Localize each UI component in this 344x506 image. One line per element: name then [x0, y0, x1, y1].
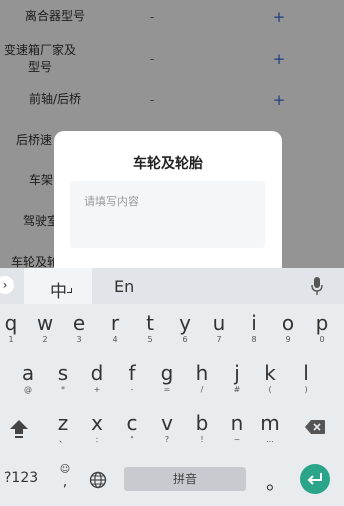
- key-y[interactable]: y6: [177, 312, 193, 344]
- keyboard-toolbar: › 中 En: [0, 268, 344, 304]
- key-s[interactable]: s *: [55, 362, 71, 394]
- key-v[interactable]: v?: [159, 412, 175, 444]
- key-w[interactable]: w2: [36, 312, 54, 344]
- soft-keyboard: › 中 En q1 w2 e3 r4 t5 y6 u7 i8 o9 p0 a @ …: [0, 268, 344, 506]
- tab-english[interactable]: En: [114, 277, 134, 296]
- key-j[interactable]: j #: [229, 362, 245, 394]
- key-d[interactable]: d +: [89, 362, 105, 394]
- key-e[interactable]: e3: [71, 312, 87, 344]
- key-x[interactable]: x:: [89, 412, 105, 444]
- space-key[interactable]: 拼音: [124, 467, 246, 491]
- key-q[interactable]: q1: [3, 312, 19, 344]
- tab-chinese-indicator: [67, 288, 72, 293]
- key-m[interactable]: m…: [259, 412, 281, 444]
- key-z[interactable]: z、: [55, 412, 71, 444]
- key-p[interactable]: p0: [314, 312, 330, 344]
- key-h[interactable]: h /: [194, 362, 210, 394]
- key-t[interactable]: t5: [142, 312, 158, 344]
- dialog-title: 车轮及轮胎: [133, 156, 203, 172]
- period-key[interactable]: 。: [266, 466, 286, 495]
- enter-icon: [307, 473, 322, 485]
- key-f[interactable]: f-: [124, 362, 140, 394]
- key-b[interactable]: b!: [194, 412, 210, 444]
- key-o[interactable]: o9: [280, 312, 296, 344]
- key-k[interactable]: k(: [262, 362, 278, 394]
- key-r[interactable]: r4: [107, 312, 123, 344]
- emoji-comma-key[interactable]: ☺ ,: [58, 464, 72, 489]
- shift-icon[interactable]: [8, 417, 30, 439]
- input-dialog: 车轮及轮胎 请填写内容: [54, 131, 282, 281]
- key-g[interactable]: g =: [159, 362, 175, 394]
- backspace-icon[interactable]: [305, 420, 325, 434]
- comma-label: ,: [62, 474, 68, 490]
- chevron-right-icon[interactable]: ›: [0, 276, 14, 294]
- numbers-key[interactable]: ?123: [4, 470, 38, 486]
- key-u[interactable]: u7: [211, 312, 227, 344]
- key-l[interactable]: l): [298, 362, 314, 394]
- globe-icon[interactable]: [89, 471, 107, 489]
- enter-key[interactable]: [300, 464, 330, 494]
- key-a[interactable]: a @: [20, 362, 36, 394]
- microphone-icon[interactable]: [310, 276, 324, 296]
- tab-chinese-label: 中: [50, 282, 67, 302]
- key-n[interactable]: n ~: [228, 412, 246, 444]
- key-i[interactable]: i8: [246, 312, 262, 344]
- content-input[interactable]: 请填写内容: [70, 181, 265, 248]
- key-c[interactable]: c ": [124, 412, 140, 444]
